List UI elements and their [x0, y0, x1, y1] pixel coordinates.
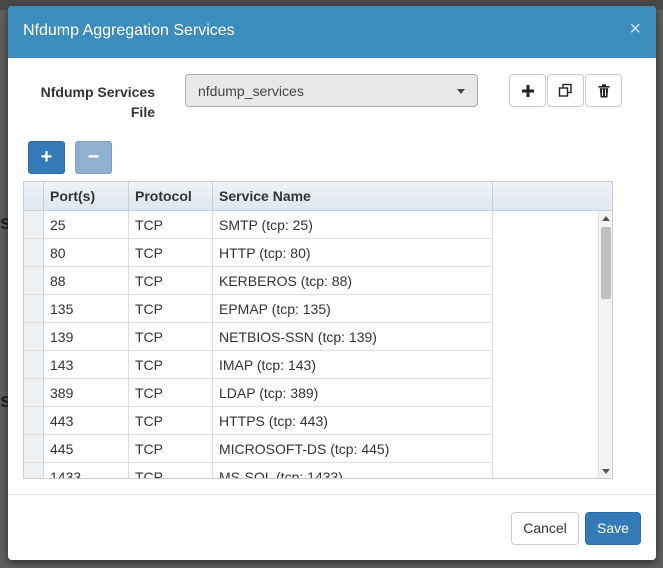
table-row[interactable]: 80 TCP HTTP (tcp: 80)	[24, 239, 493, 267]
caret-down-icon	[457, 89, 465, 94]
cell-protocol[interactable]: TCP	[129, 407, 213, 435]
cell-service-name[interactable]: NETBIOS-SSN (tcp: 139)	[213, 323, 493, 351]
table-row[interactable]: 389 TCP LDAP (tcp: 389)	[24, 379, 493, 407]
cell-service-name[interactable]: EPMAP (tcp: 135)	[213, 295, 493, 323]
table-header: Port(s) Protocol Service Name	[24, 182, 612, 211]
cell-service-name[interactable]: KERBEROS (tcp: 88)	[213, 267, 493, 295]
add-row-button[interactable]: +	[28, 141, 65, 174]
cell-port[interactable]: 389	[44, 379, 129, 407]
table-row[interactable]: 143 TCP IMAP (tcp: 143)	[24, 351, 493, 379]
row-selector[interactable]	[24, 379, 44, 407]
scroll-thumb[interactable]	[601, 227, 611, 299]
row-selector[interactable]	[24, 351, 44, 379]
row-selector[interactable]	[24, 239, 44, 267]
services-table: Port(s) Protocol Service Name 1433 TCP MS-…	[23, 181, 613, 479]
cell-port[interactable]: 445	[44, 435, 129, 463]
cell-port[interactable]: 80	[44, 239, 129, 267]
cell-protocol[interactable]: TCP	[129, 351, 213, 379]
table-row[interactable]: 445 TCP MICROSOFT-DS (tcp: 445)	[24, 435, 493, 463]
table-row[interactable]: 1433 TCP MS-SQL (tcp: 1433)	[24, 463, 493, 478]
table-row[interactable]: 135 TCP EPMAP (tcp: 135)	[24, 295, 493, 323]
cell-service-name[interactable]: MICROSOFT-DS (tcp: 445)	[213, 435, 493, 463]
row-selector[interactable]	[24, 407, 44, 435]
copy-file-button[interactable]	[547, 74, 584, 107]
plus-icon	[521, 84, 534, 97]
cell-service-name[interactable]: HTTPS (tcp: 443)	[213, 407, 493, 435]
cell-protocol[interactable]: TCP	[129, 239, 213, 267]
column-header-service-name[interactable]: Service Name	[213, 182, 493, 210]
cell-port[interactable]: 139	[44, 323, 129, 351]
row-selector[interactable]	[24, 211, 44, 239]
row-selector[interactable]	[24, 435, 44, 463]
cell-service-name[interactable]: IMAP (tcp: 143)	[213, 351, 493, 379]
cell-service-name[interactable]: MS-SQL (tcp: 1433)	[213, 463, 493, 478]
table-row[interactable]: 139 TCP NETBIOS-SSN (tcp: 139)	[24, 323, 493, 351]
cell-protocol[interactable]: TCP	[129, 211, 213, 239]
services-file-label: Nfdump Services File	[40, 84, 155, 120]
cell-protocol[interactable]: TCP	[129, 435, 213, 463]
table-row[interactable]: 443 TCP HTTPS (tcp: 443)	[24, 407, 493, 435]
cell-protocol[interactable]: TCP	[129, 267, 213, 295]
services-file-select[interactable]: nfdump_services	[185, 74, 478, 107]
cell-port[interactable]: 135	[44, 295, 129, 323]
cell-protocol[interactable]: TCP	[129, 463, 213, 478]
row-selector[interactable]	[24, 323, 44, 351]
column-header-protocol[interactable]: Protocol	[129, 182, 213, 210]
remove-row-button[interactable]: −	[75, 141, 112, 174]
nfdump-aggregation-dialog: Nfdump Aggregation Services × Nfdump Ser…	[8, 6, 656, 560]
services-file-value: nfdump_services	[198, 83, 304, 99]
row-selector[interactable]	[24, 295, 44, 323]
table-row[interactable]: 25 TCP SMTP (tcp: 25)	[24, 211, 493, 239]
cell-service-name[interactable]: HTTP (tcp: 80)	[213, 239, 493, 267]
trash-icon	[598, 83, 609, 97]
column-header-ports[interactable]: Port(s)	[44, 182, 129, 210]
table-body: 1433 TCP MS-SQL (tcp: 1433) 445 TCP MICROSOFT…	[24, 211, 612, 478]
cell-port[interactable]: 88	[44, 267, 129, 295]
cell-port[interactable]: 143	[44, 351, 129, 379]
cell-service-name[interactable]: SMTP (tcp: 25)	[213, 211, 493, 239]
cancel-button[interactable]: Cancel	[511, 512, 579, 545]
save-button[interactable]: Save	[585, 512, 641, 545]
cell-port[interactable]: 1433	[44, 463, 129, 478]
table-scrollbar[interactable]	[598, 211, 612, 478]
cell-service-name[interactable]: LDAP (tcp: 389)	[213, 379, 493, 407]
cell-protocol[interactable]: TCP	[129, 379, 213, 407]
add-file-button[interactable]	[509, 74, 546, 107]
row-selector[interactable]	[24, 267, 44, 295]
scroll-down-arrow-icon[interactable]	[602, 469, 610, 474]
row-selector[interactable]	[24, 463, 44, 478]
copy-icon	[558, 83, 572, 97]
scroll-up-arrow-icon[interactable]	[602, 216, 610, 221]
delete-file-button[interactable]	[585, 74, 622, 107]
table-row[interactable]: 88 TCP KERBEROS (tcp: 88)	[24, 267, 493, 295]
cell-port[interactable]: 25	[44, 211, 129, 239]
cell-protocol[interactable]: TCP	[129, 295, 213, 323]
cell-protocol[interactable]: TCP	[129, 323, 213, 351]
close-icon[interactable]: ×	[629, 19, 641, 39]
header-gutter	[24, 182, 44, 210]
footer-divider	[8, 494, 656, 495]
dialog-title: Nfdump Aggregation Services	[23, 22, 235, 39]
dialog-header: Nfdump Aggregation Services ×	[8, 6, 656, 58]
cell-port[interactable]: 443	[44, 407, 129, 435]
